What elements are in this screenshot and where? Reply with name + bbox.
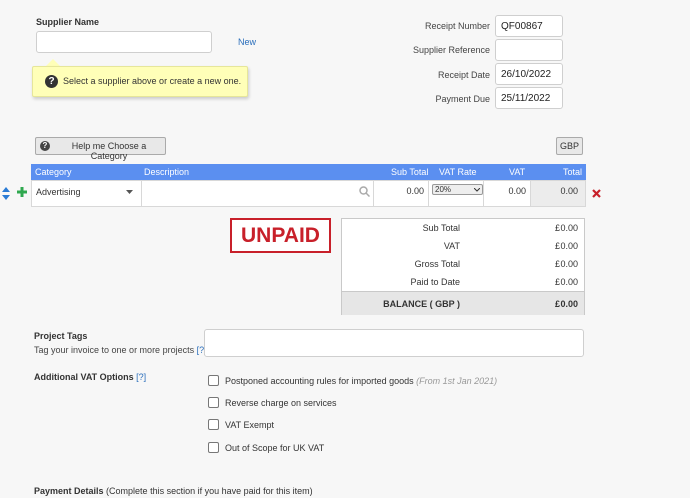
new-supplier-link[interactable]: New — [238, 37, 256, 47]
line-items-header: Category Description Sub Total VAT Rate … — [31, 164, 586, 180]
summary-value: 0.00 — [560, 241, 578, 251]
category-value: Advertising — [36, 187, 81, 197]
vat-options-title: Additional VAT Options — [34, 372, 134, 382]
balance-row: BALANCE ( GBP ) £ 0.00 — [342, 291, 584, 315]
receipt-date-label: Receipt Date — [437, 70, 490, 80]
summary-label: Paid to Date — [410, 277, 460, 287]
balance-value: 0.00 — [560, 299, 578, 309]
subtotal-value: 0.00 — [406, 186, 424, 196]
supplier-hint-tooltip: ? Select a supplier above or create a ne… — [32, 66, 248, 97]
payment-due-input[interactable] — [495, 87, 563, 109]
balance-label: BALANCE ( GBP ) — [383, 299, 460, 309]
supplier-name-label: Supplier Name — [36, 17, 100, 27]
header-vat-rate: VAT Rate — [439, 167, 477, 177]
vat-rate-value: 20% — [435, 185, 452, 194]
out-of-scope-label: Out of Scope for UK VAT — [225, 443, 325, 453]
out-of-scope-checkbox[interactable] — [208, 442, 219, 453]
supplier-reference-input[interactable] — [495, 39, 563, 61]
currency-symbol: £ — [555, 299, 561, 309]
summary-label: Gross Total — [414, 259, 460, 269]
summary-row-paid-to-date: Paid to Date £ 0.00 — [342, 273, 584, 291]
search-icon — [359, 186, 370, 197]
summary-row-subtotal: Sub Total £ 0.00 — [342, 219, 584, 237]
category-select[interactable]: Advertising — [31, 180, 142, 207]
close-icon — [592, 189, 601, 198]
vat-rate-cell: 20% — [428, 180, 484, 207]
currency-symbol: £ — [555, 241, 561, 251]
reverse-charge-checkbox[interactable] — [208, 397, 219, 408]
total-cell: 0.00 — [530, 180, 586, 207]
postponed-accounting-label: Postponed accounting rules for imported … — [225, 376, 497, 386]
hint-arrow — [46, 59, 60, 66]
project-tags-title: Project Tags — [34, 331, 88, 341]
reverse-charge-label: Reverse charge on services — [225, 398, 337, 408]
question-icon: ? — [45, 75, 58, 88]
header-subtotal: Sub Total — [391, 167, 429, 177]
project-tags-input[interactable] — [204, 329, 584, 357]
vat-input[interactable]: 0.00 — [483, 180, 531, 207]
currency-symbol: £ — [555, 277, 561, 287]
description-input[interactable] — [141, 180, 374, 207]
summary-row-gross-total: Gross Total £ 0.00 — [342, 255, 584, 273]
reorder-handle[interactable] — [2, 187, 10, 200]
payment-details-title: Payment Details — [34, 486, 104, 496]
supplier-reference-label: Supplier Reference — [412, 45, 490, 55]
total-value: 0.00 — [560, 186, 578, 196]
header-description: Description — [144, 167, 190, 177]
option-note: (From 1st Jan 2021) — [416, 376, 498, 386]
unpaid-status-stamp: UNPAID — [230, 218, 331, 253]
payment-details-heading: Payment Details (Complete this section i… — [34, 486, 313, 496]
payment-details-note: (Complete this section if you have paid … — [106, 486, 313, 496]
delete-line-button[interactable] — [592, 189, 601, 198]
totals-summary: Sub Total £ 0.00 VAT £ 0.00 Gross Total … — [341, 218, 585, 315]
project-tags-description: Tag your invoice to one or more projects… — [34, 345, 209, 355]
add-line-button[interactable] — [17, 187, 27, 197]
supplier-name-input[interactable] — [36, 31, 212, 53]
summary-value: 0.00 — [560, 277, 578, 287]
option-label: Postponed accounting rules for imported … — [225, 376, 414, 386]
header-total: Total — [563, 167, 583, 177]
vat-rate-select[interactable]: 20% — [432, 184, 483, 195]
summary-label: Sub Total — [422, 223, 460, 233]
vat-value: 0.00 — [508, 186, 526, 196]
project-tags-text: Tag your invoice to one or more projects — [34, 345, 195, 355]
receipt-number-input[interactable] — [495, 15, 563, 37]
chevron-down-icon — [474, 188, 480, 192]
currency-button[interactable]: GBP — [556, 137, 583, 155]
currency-symbol: £ — [555, 259, 561, 269]
supplier-hint-text: Select a supplier above or create a new … — [63, 76, 242, 86]
receipt-date-input[interactable] — [495, 63, 563, 85]
plus-icon — [17, 187, 27, 197]
postponed-accounting-checkbox[interactable] — [208, 375, 219, 386]
sort-arrows-icon — [2, 187, 10, 200]
question-icon: ? — [40, 141, 50, 151]
summary-value: 0.00 — [560, 223, 578, 233]
payment-due-label: Payment Due — [435, 94, 490, 104]
header-category: Category — [35, 167, 72, 177]
currency-symbol: £ — [555, 223, 561, 233]
summary-value: 0.00 — [560, 259, 578, 269]
header-vat: VAT — [509, 167, 526, 177]
chevron-down-icon — [126, 190, 133, 194]
summary-label: VAT — [443, 241, 460, 251]
summary-row-vat: VAT £ 0.00 — [342, 237, 584, 255]
help-choose-category-button[interactable]: ? Help me Choose a Category — [35, 137, 166, 161]
vat-exempt-label: VAT Exempt — [225, 420, 275, 430]
subtotal-input[interactable]: 0.00 — [373, 180, 429, 207]
vat-options-help-link[interactable]: [?] — [136, 372, 146, 382]
receipt-number-label: Receipt Number — [424, 21, 490, 31]
vat-options-heading: Additional VAT Options [?] — [34, 372, 146, 382]
help-choose-category-label: Help me Choose a Category — [71, 141, 147, 161]
vat-exempt-checkbox[interactable] — [208, 419, 219, 430]
